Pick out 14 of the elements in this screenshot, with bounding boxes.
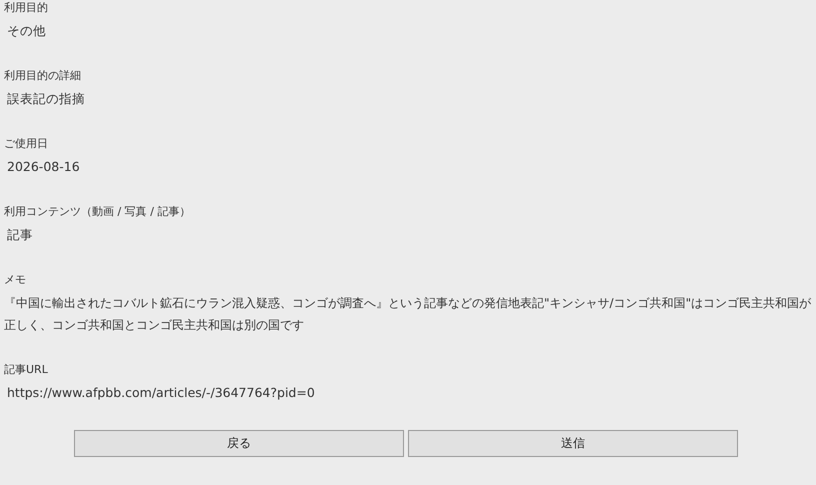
back-button[interactable]: 戻る <box>74 430 404 457</box>
field-value: 『中国に輸出されたコバルト鉱石にウラン混入疑惑、コンゴが調査へ』という記事などの発信地表記"キンシャサ/コンゴ共和国"はコンゴ民主共和国が正しく、コンゴ共和国とコンゴ民主共和国は別の国です <box>4 295 812 334</box>
field-label: ご使用日 <box>4 136 49 152</box>
field-label: 利用コンテンツ（動画 / 写真 / 記事） <box>4 204 192 220</box>
field-label: 利用目的の詳細 <box>4 68 82 84</box>
field-label: 記事URL <box>4 362 49 378</box>
field-value: 誤表記の指摘 <box>6 90 86 108</box>
field-label: 利用目的 <box>4 0 49 16</box>
submit-button[interactable]: 送信 <box>408 430 738 457</box>
field-value: https://www.afpbb.com/articles/-/3647764?pid=0 <box>6 384 316 402</box>
field-value: 2026-08-16 <box>6 158 81 176</box>
field-value: その他 <box>6 22 47 40</box>
field-value: 記事 <box>6 226 34 244</box>
field-label: メモ <box>4 272 27 288</box>
